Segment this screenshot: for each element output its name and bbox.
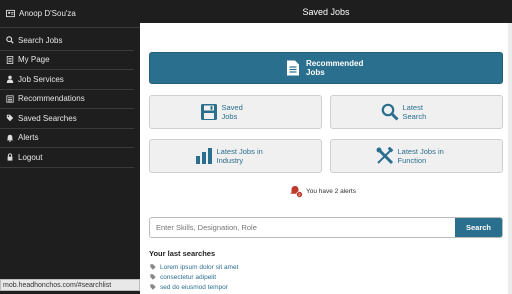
sidebar-item-label: Job Services [18, 74, 64, 84]
sidebar-item-label: Recommendations [18, 94, 85, 104]
sidebar-item-my-page[interactable]: My Page [0, 51, 134, 70]
search-icon [6, 36, 14, 44]
industry-line2: Industry [216, 156, 244, 165]
recommended-line1: Recommended [306, 59, 364, 68]
sidebar-item-label: My Page [18, 55, 50, 65]
scrollbar[interactable] [508, 23, 512, 294]
saved-line2: Jobs [221, 112, 238, 121]
sidebar-item-alerts[interactable]: Alerts [0, 129, 134, 148]
sidebar-item-saved-searches[interactable]: Saved Searches [0, 109, 134, 129]
list-icon [6, 95, 14, 103]
latest-search-line1: Latest [402, 103, 423, 112]
last-searches-title: Your last searches [149, 249, 216, 258]
function-line1: Latest Jobs in [397, 147, 444, 156]
sidebar-item-logout[interactable]: Logout [0, 148, 134, 168]
sidebar-item-job-services[interactable]: Job Services [0, 70, 134, 90]
sidebar-item-label: Saved Searches [18, 113, 77, 123]
bar-chart-icon [195, 147, 213, 165]
sidebar-item-label: Alerts [18, 133, 39, 143]
user-icon [6, 9, 15, 18]
latest-jobs-function-button[interactable]: Latest Jobs in Function [330, 139, 503, 173]
person-icon [6, 75, 14, 84]
list-item[interactable]: Lorem ipsum dolor sit amet [150, 262, 238, 272]
saved-line1: Saved [221, 103, 243, 112]
recommended-line2: Jobs [306, 68, 325, 77]
file-icon [6, 55, 14, 64]
list-item[interactable]: consectetur adipelit [150, 272, 238, 282]
alerts-notice[interactable]: 2 You have 2 alerts [290, 185, 356, 198]
lock-icon [6, 153, 14, 161]
latest-search-line2: Search [402, 112, 427, 121]
user-profile[interactable]: Anoop D'Sou'za [0, 0, 140, 28]
bell-icon [6, 134, 14, 142]
sidebar: Anoop D'Sou'za Search Jobs My Page Job S… [0, 0, 140, 294]
main-content: Saved Jobs Recommended Jobs Saved Jobs Lat… [140, 0, 512, 294]
tag-icon [6, 114, 14, 122]
last-search-text: Lorem ipsum dolor sit amet [160, 263, 239, 271]
recommended-jobs-button[interactable]: Recommended Jobs [149, 52, 503, 84]
sidebar-item-label: Search Jobs [18, 35, 63, 45]
saved-jobs-button[interactable]: Saved Jobs [149, 95, 322, 129]
last-search-text: sed do eiusmod tempor [160, 283, 228, 291]
alerts-text: You have 2 alerts [306, 188, 356, 195]
tools-icon [376, 147, 394, 165]
search-bar: Search [149, 217, 503, 238]
last-search-text: consectetur adipelit [160, 273, 217, 281]
sidebar-item-search-jobs[interactable]: Search Jobs [0, 31, 134, 51]
tag-icon [150, 274, 156, 280]
latest-search-button[interactable]: Latest Search [330, 95, 503, 129]
industry-line1: Latest Jobs in [216, 147, 263, 156]
tag-icon [150, 264, 156, 270]
search-button[interactable]: Search [455, 218, 502, 237]
document-icon [286, 60, 300, 76]
bell-alert-icon: 2 [290, 185, 303, 198]
search-icon [381, 103, 399, 121]
user-name: Anoop D'Sou'za [19, 9, 76, 18]
function-line2: Function [397, 156, 427, 165]
latest-jobs-industry-button[interactable]: Latest Jobs in Industry [149, 139, 322, 173]
sidebar-item-label: Logout [18, 152, 43, 162]
sidebar-item-recommendations[interactable]: Recommendations [0, 90, 134, 109]
list-item[interactable]: sed do eiusmod tempor [150, 282, 238, 292]
status-url: mob.headhonchos.com/#searchlist [0, 279, 140, 291]
search-input[interactable] [150, 218, 455, 237]
tag-icon [150, 284, 156, 290]
page-title: Saved Jobs [140, 0, 512, 23]
floppy-disk-icon [200, 103, 218, 121]
last-searches-list: Lorem ipsum dolor sit amet consectetur a… [150, 262, 238, 292]
